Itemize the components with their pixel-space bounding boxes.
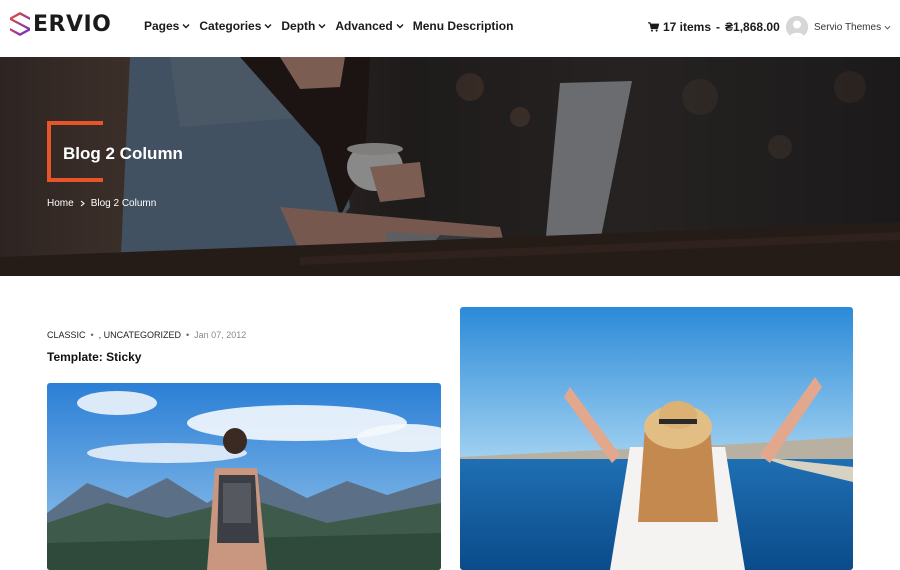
nav-item-advanced[interactable]: Advanced xyxy=(335,19,404,33)
post-date: Jan 07, 2012 xyxy=(194,330,247,340)
avatar-icon xyxy=(786,16,808,38)
post-thumbnail[interactable] xyxy=(460,307,853,570)
logo-wordmark: ERVIO xyxy=(33,11,112,37)
user-name: Servio Themes xyxy=(814,21,882,33)
nav-item-label: Categories xyxy=(199,19,262,33)
hiker-mountains-photo xyxy=(47,383,441,570)
cart-icon xyxy=(648,22,659,32)
cart-summary[interactable]: 17 items - ₴1,868.00 xyxy=(648,20,780,34)
nav-item-depth[interactable]: Depth xyxy=(281,19,326,33)
logo-s-icon xyxy=(10,12,30,36)
meta-separator: • xyxy=(90,330,94,340)
chevron-down-icon xyxy=(182,24,190,29)
avatar xyxy=(786,16,808,38)
post-category-uncategorized[interactable]: , UNCATEGORIZED xyxy=(99,330,181,340)
breadcrumb-current: Blog 2 Column xyxy=(90,198,157,209)
nav-item-menu-description[interactable]: Menu Description xyxy=(413,19,514,33)
main-nav: Pages Categories Depth Advanced Menu Des… xyxy=(144,19,513,33)
cart-count: 17 items xyxy=(663,20,712,34)
page-title: Blog 2 Column xyxy=(63,144,183,163)
site-header: ERVIO Pages Categories Depth Advanced Me… xyxy=(0,0,900,57)
user-menu[interactable]: Servio Themes xyxy=(786,16,891,38)
post-title[interactable]: Template: Sticky xyxy=(47,350,141,364)
site-logo[interactable]: ERVIO xyxy=(8,10,111,38)
woman-beach-hat-photo xyxy=(460,307,853,570)
chevron-down-icon xyxy=(318,24,326,29)
chevron-down-icon xyxy=(264,24,272,29)
chevron-down-icon xyxy=(396,24,404,29)
nav-item-label: Pages xyxy=(144,19,180,33)
hero-overlay xyxy=(0,57,900,276)
nav-item-label: Advanced xyxy=(335,19,393,33)
chevron-right-icon xyxy=(80,200,85,207)
cart-separator: - xyxy=(716,20,721,34)
post-thumbnail[interactable] xyxy=(47,383,441,570)
page-hero: Blog 2 Column Home Blog 2 Column xyxy=(0,57,900,276)
cart-total: ₴1,868.00 xyxy=(725,20,780,34)
nav-item-pages[interactable]: Pages xyxy=(144,19,190,33)
post-category-classic[interactable]: CLASSIC xyxy=(47,330,86,340)
nav-item-categories[interactable]: Categories xyxy=(199,19,272,33)
chevron-down-icon xyxy=(884,25,891,30)
post-meta: CLASSIC • , UNCATEGORIZED • Jan 07, 2012 xyxy=(47,330,246,340)
breadcrumb: Home Blog 2 Column xyxy=(47,198,156,209)
nav-item-label: Menu Description xyxy=(412,19,514,33)
breadcrumb-home[interactable]: Home xyxy=(47,198,74,209)
meta-separator: • xyxy=(186,330,190,340)
nav-item-label: Depth xyxy=(281,19,316,33)
